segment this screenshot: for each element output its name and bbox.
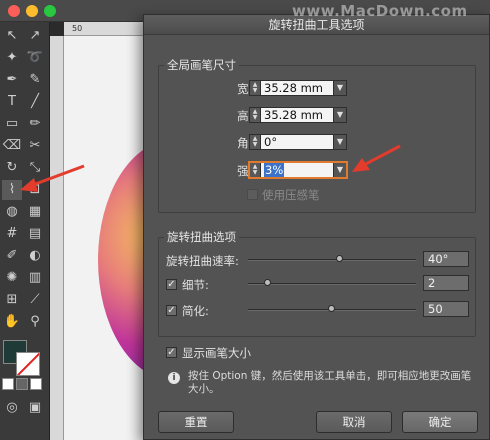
simplify-value[interactable]: 50: [423, 301, 469, 317]
selection-tool-icon[interactable]: ↖: [2, 26, 22, 46]
eyedropper-tool-icon[interactable]: ✐: [2, 246, 22, 266]
detail-checkbox[interactable]: ✓: [166, 279, 177, 290]
width-stepper-icon[interactable]: ▲ ▼: [250, 81, 261, 95]
shape-builder-tool-icon[interactable]: ◍: [2, 202, 22, 222]
info-text: 按住 Option 键，然后使用该工具单击，即可相应地更改画笔大小。: [188, 370, 472, 395]
stroke-color-swatch[interactable]: [16, 352, 40, 376]
reset-button[interactable]: 重置: [158, 411, 234, 433]
rate-slider-track[interactable]: [248, 259, 416, 261]
close-window-button[interactable]: [8, 5, 20, 17]
angle-value[interactable]: 0°: [261, 135, 333, 149]
width-value[interactable]: 35.28 mm: [261, 81, 333, 95]
pressure-pen-label: 使用压感笔: [262, 188, 320, 202]
minimize-window-button[interactable]: [26, 5, 38, 17]
simplify-slider-thumb[interactable]: [328, 305, 335, 312]
intensity-value-box[interactable]: 3%: [261, 163, 333, 177]
angle-field[interactable]: ▲ ▼ 0° ▼: [249, 134, 347, 150]
hand-tool-icon[interactable]: ✋: [2, 312, 22, 332]
cancel-button[interactable]: 取消: [316, 411, 392, 433]
tools-panel: ↖ ↗ ✦ ➰ ✒ ✎ T ╱ ▭ ✏ ⌫ ✂ ↻ ⤡ ⌇ ⊡ ◍ ▦ # ▤ …: [0, 22, 50, 440]
zoom-tool-icon[interactable]: ⚲: [25, 312, 45, 332]
none-color-icon: [17, 353, 39, 375]
simplify-checkbox[interactable]: ✓: [166, 305, 177, 316]
red-arrow-intensity-icon: [352, 144, 401, 172]
graph-tool-icon[interactable]: ▥: [25, 268, 45, 288]
height-field[interactable]: ▲ ▼ 35.28 mm ▼: [249, 107, 347, 123]
vertical-ruler: [50, 36, 64, 440]
zoom-window-button[interactable]: [44, 5, 56, 17]
chevron-down-icon[interactable]: ▼: [333, 163, 346, 177]
pen-tool-icon[interactable]: ✒: [2, 70, 22, 90]
mesh-tool-icon[interactable]: #: [2, 224, 22, 244]
red-arrow-toolbar-icon: [20, 164, 85, 192]
height-value[interactable]: 35.28 mm: [261, 108, 333, 122]
ok-button[interactable]: 确定: [402, 411, 478, 433]
intensity-stepper-icon[interactable]: ▲ ▼: [250, 163, 261, 177]
detail-value[interactable]: 2: [423, 275, 469, 291]
gradient-tool-icon[interactable]: ▤: [25, 224, 45, 244]
angle-stepper-icon[interactable]: ▲ ▼: [250, 135, 261, 149]
height-stepper-icon[interactable]: ▲ ▼: [250, 108, 261, 122]
screen-mode-icon[interactable]: ▣: [25, 398, 45, 418]
twirl-options-title: 旋转扭曲选项: [164, 229, 239, 245]
intensity-field[interactable]: ▲ ▼ 3% ▼: [249, 162, 347, 178]
artboard-tool-icon[interactable]: ⊞: [2, 290, 22, 310]
color-mode-icon[interactable]: [2, 378, 14, 390]
detail-slider-track[interactable]: [248, 283, 416, 285]
width-field[interactable]: ▲ ▼ 35.28 mm ▼: [249, 80, 347, 96]
pressure-pen-checkbox[interactable]: [247, 189, 258, 200]
watermark-text: www.MacDown.com: [292, 2, 468, 20]
direct-selection-tool-icon[interactable]: ↗: [25, 26, 45, 46]
blend-tool-icon[interactable]: ◐: [25, 246, 45, 266]
curvature-tool-icon[interactable]: ✎: [25, 70, 45, 90]
rectangle-tool-icon[interactable]: ▭: [2, 114, 22, 134]
chevron-down-icon[interactable]: ▼: [333, 135, 346, 149]
gradient-mode-icon[interactable]: [16, 378, 28, 390]
draw-mode-icon[interactable]: ◎: [2, 398, 22, 418]
symbol-sprayer-tool-icon[interactable]: ✺: [2, 268, 22, 288]
slice-tool-icon[interactable]: ⟋: [25, 290, 45, 310]
show-brush-size-label: 显示画笔大小: [182, 346, 251, 360]
simplify-label: 简化:: [182, 304, 209, 318]
line-tool-icon[interactable]: ╱: [25, 92, 45, 112]
perspective-grid-tool-icon[interactable]: ▦: [25, 202, 45, 222]
ruler-label: 50: [72, 24, 83, 33]
type-tool-icon[interactable]: T: [2, 92, 22, 112]
scissors-tool-icon[interactable]: ✂: [25, 136, 45, 156]
none-mode-icon[interactable]: [30, 378, 42, 390]
twirl-tool-options-dialog: 旋转扭曲工具选项 全局画笔尺寸 宽度: ▲▼ 35.28 mm ▼ 高度: ▲▼…: [143, 14, 490, 440]
eraser-tool-icon[interactable]: ⌫: [2, 136, 22, 156]
detail-label: 细节:: [182, 278, 209, 292]
rate-label: 旋转扭曲速率:: [166, 254, 239, 268]
intensity-value[interactable]: 3%: [264, 163, 285, 177]
show-brush-size-checkbox[interactable]: ✓: [166, 347, 177, 358]
info-icon: i: [168, 372, 180, 384]
global-brush-title: 全局画笔尺寸: [164, 57, 239, 73]
lasso-tool-icon[interactable]: ➰: [25, 48, 45, 68]
rate-value[interactable]: 40°: [423, 251, 469, 267]
magic-wand-tool-icon[interactable]: ✦: [2, 48, 22, 68]
chevron-down-icon[interactable]: ▼: [333, 81, 346, 95]
chevron-down-icon[interactable]: ▼: [333, 108, 346, 122]
pencil-tool-icon[interactable]: ✏: [25, 114, 45, 134]
screen: 50 ↖ ↗ ✦ ➰ ✒ ✎ T ╱ ▭ ✏ ⌫ ✂ ↻ ⤡ ⌇ ⊡ ◍ ▦ #…: [0, 0, 490, 440]
